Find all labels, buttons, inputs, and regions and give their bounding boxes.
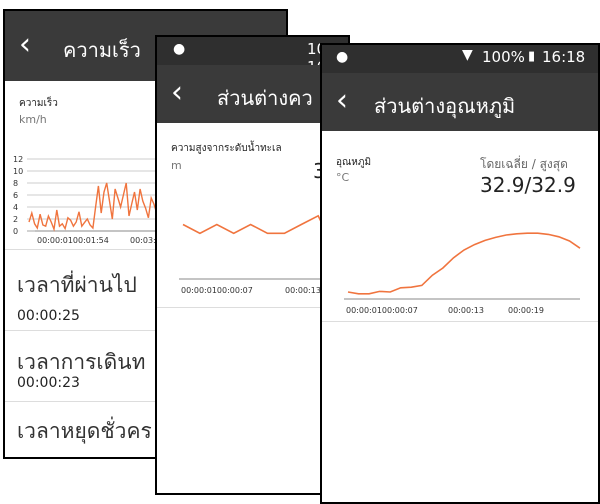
metric-value: 32.9/32.9 [480,173,576,197]
elapsed-time-value: 00:00:25 [17,308,80,324]
android-icon: ● [336,49,349,65]
metric-label: ความสูงจากระดับน้ำทะเล [171,143,282,154]
metric-unit: km/h [19,113,47,126]
divider [322,321,598,322]
temperature-screen: ● ▼ 100% ▮ 16:18 ‹ ส่วนต่างอุณหภูมิ อุณห… [320,43,600,504]
y-tick-label: 4 [13,203,18,212]
elapsed-time-label: เวลาที่ผ่านไป [17,273,137,297]
app-bar: ‹ ส่วนต่างอุณหภูมิ [322,73,598,131]
y-tick-label: 0 [13,227,18,236]
page-title: ส่วนต่างคว [217,86,313,110]
page-title: ความเร็ว [63,38,141,62]
wifi-icon: ▼ [462,47,473,63]
temperature-series-line [347,232,581,295]
metric-unit: m [171,159,182,172]
average-max-label: โดยเฉลี่ย / สูงสุด [480,157,568,171]
back-arrow-icon[interactable]: ‹ [19,30,31,60]
android-icon: ● [173,41,186,57]
status-battery: 100% [482,48,525,66]
x-tick-label: 00:00:19 [508,306,544,315]
battery-icon: ▮ [528,49,536,64]
y-tick-label: 2 [13,215,18,224]
back-arrow-icon[interactable]: ‹ [336,86,348,116]
metric-unit: °C [336,171,350,184]
paused-time-label: เวลาหยุดชั่วคร [17,419,152,443]
status-time: 16:18 [542,48,586,66]
x-tick-label: 00:00:13 [285,286,321,295]
y-tick-label: 6 [13,191,18,200]
metric-label: ความเร็ว [19,98,58,109]
x-tick-label: 00:00:0100:01:54 [37,236,109,244]
moving-time-value: 00:00:23 [17,375,80,391]
metric-label: อุณหภูมิ [336,157,372,168]
x-tick-label: 00:03: [130,236,156,244]
x-tick-label: 00:00:0100:00:07 [346,306,418,315]
page-title: ส่วนต่างอุณหภูมิ [374,94,516,118]
x-tick-label: 00:00:0100:00:07 [181,286,253,295]
temperature-chart: 00:00:0100:00:07 00:00:13 00:00:19 [344,232,581,315]
back-arrow-icon[interactable]: ‹ [171,78,183,108]
x-tick-label: 00:00:13 [448,306,484,315]
status-bar: ● ▼ 100% ▮ 16:18 [322,45,598,73]
y-tick-label: 10 [13,167,23,176]
y-tick-label: 8 [13,179,18,188]
y-tick-label: 12 [13,155,23,164]
